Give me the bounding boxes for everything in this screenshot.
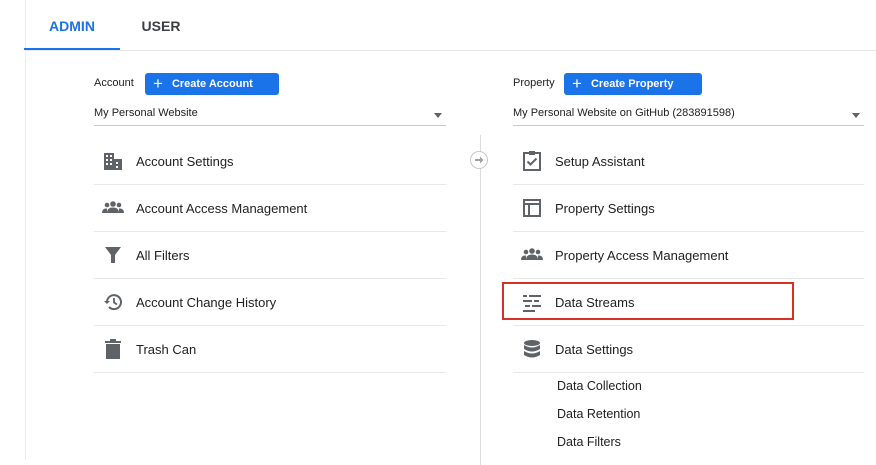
layout-icon <box>523 199 541 217</box>
menu-item-account-access-management[interactable]: Account Access Management <box>94 185 446 232</box>
menu-item-trash-can[interactable]: Trash Can <box>94 326 446 373</box>
account-selector[interactable]: My Personal Website <box>94 101 446 126</box>
create-property-button[interactable]: + Create Property <box>564 73 702 95</box>
database-icon <box>524 340 540 358</box>
menu-item-data-settings[interactable]: Data Settings <box>513 326 864 373</box>
menu-item-data-streams[interactable]: Data Streams <box>513 279 864 326</box>
create-account-label: Create Account <box>171 78 253 90</box>
create-property-label: Create Property <box>590 78 674 90</box>
create-account-button[interactable]: + Create Account <box>145 73 279 95</box>
menu-item-label: All Filters <box>136 248 190 263</box>
property-selected-value: My Personal Website on GitHub (283891598… <box>513 107 735 119</box>
account-selected-value: My Personal Website <box>94 107 198 119</box>
people-icon <box>102 201 124 213</box>
tab-admin[interactable]: ADMIN <box>24 0 120 50</box>
admin-content: Account + Create Account My Personal Web… <box>26 51 876 465</box>
column-divider <box>480 135 481 465</box>
menu-item-label: Account Change History <box>136 295 277 310</box>
tab-user[interactable]: USER <box>124 0 198 50</box>
submenu-item-label: Data Collection <box>557 379 642 393</box>
menu-item-label: Property Access Management <box>555 248 729 263</box>
property-menu: Setup Assistant Property Settings Proper… <box>513 138 864 457</box>
dropdown-caret-icon <box>434 113 442 118</box>
checkbox-icon <box>523 151 541 171</box>
menu-item-setup-assistant[interactable]: Setup Assistant <box>513 138 864 185</box>
menu-item-all-filters[interactable]: All Filters <box>94 232 446 279</box>
left-gutter <box>0 0 26 460</box>
menu-item-label: Data Settings <box>555 342 634 357</box>
history-icon <box>104 294 122 311</box>
plus-icon: + <box>572 74 582 93</box>
filter-icon <box>105 247 121 263</box>
menu-item-label: Property Settings <box>555 201 655 216</box>
menu-item-label: Account Settings <box>136 154 234 169</box>
menu-item-label: Trash Can <box>136 342 197 357</box>
submenu-item-data-retention[interactable]: Data Retention <box>513 401 864 429</box>
submenu-item-label: Data Filters <box>557 435 621 449</box>
menu-item-account-change-history[interactable]: Account Change History <box>94 279 446 326</box>
submenu-item-data-collection[interactable]: Data Collection <box>513 373 864 401</box>
plus-icon: + <box>153 74 163 93</box>
building-icon <box>104 153 122 170</box>
trash-icon <box>105 339 121 359</box>
submenu-item-label: Data Retention <box>557 407 641 421</box>
account-menu: Account Settings Account Access Manageme… <box>94 138 446 373</box>
property-label: Property <box>513 77 555 89</box>
dropdown-caret-icon <box>852 113 860 118</box>
menu-item-account-settings[interactable]: Account Settings <box>94 138 446 185</box>
menu-item-label: Data Streams <box>555 295 635 310</box>
account-label: Account <box>94 77 134 89</box>
menu-item-property-settings[interactable]: Property Settings <box>513 185 864 232</box>
submenu-item-data-filters[interactable]: Data Filters <box>513 429 864 457</box>
property-selector[interactable]: My Personal Website on GitHub (283891598… <box>513 101 864 126</box>
menu-item-property-access-management[interactable]: Property Access Management <box>513 232 864 279</box>
menu-item-label: Account Access Management <box>136 201 308 216</box>
arrow-right-icon <box>470 151 488 169</box>
people-icon <box>521 248 543 260</box>
menu-item-label: Setup Assistant <box>555 154 645 169</box>
streams-icon <box>523 295 541 312</box>
